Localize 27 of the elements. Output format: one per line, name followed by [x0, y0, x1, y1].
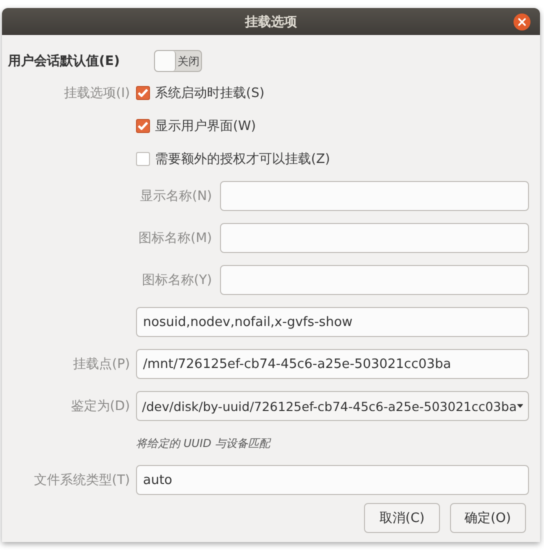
- field-label: 文件系统类型(T): [32, 472, 130, 489]
- input-field[interactable]: [220, 223, 529, 253]
- input-field[interactable]: auto: [136, 465, 529, 495]
- input-field[interactable]: /mnt/726125ef-cb74-45c6-a25e-503021cc03ba: [136, 349, 529, 379]
- dialog-button[interactable]: 取消(C): [364, 503, 440, 533]
- field-label: 挂载点(P): [72, 356, 130, 373]
- checkmark-icon: [138, 88, 148, 96]
- field-label: 鉴定为(D): [70, 398, 130, 415]
- field-label: 挂载选项(I): [63, 84, 130, 102]
- checkmark-icon: [138, 122, 148, 130]
- dialog-button[interactable]: 确定(O): [450, 503, 526, 533]
- checkbox[interactable]: 显示用户界面(W): [136, 116, 256, 134]
- field-label: 用户会话默认值(E): [8, 52, 121, 70]
- input-field[interactable]: nosuid,nodev,nofail,x-gvfs-show: [136, 307, 529, 337]
- field-label: 图标名称(Y): [140, 272, 212, 289]
- hint-text: 将给定的 UUID 与设备匹配: [136, 436, 270, 450]
- caret-icon: [516, 403, 523, 409]
- checkbox[interactable]: 需要额外的授权才可以挂载(Z): [136, 150, 330, 168]
- toggle-switch[interactable]: 关闭: [154, 50, 202, 72]
- dropdown[interactable]: /dev/disk/by-uuid/726125ef-cb74-45c6-a25e-503021cc03ba: [136, 391, 529, 421]
- window-title: 挂载选项: [245, 14, 297, 30]
- checkbox[interactable]: 系统启动时挂载(S): [136, 84, 264, 102]
- field-label: 显示名称(N): [139, 188, 212, 205]
- field-label: 图标名称(M): [138, 230, 212, 247]
- input-field[interactable]: [220, 265, 529, 295]
- close-icon[interactable]: [513, 13, 531, 31]
- input-field[interactable]: [220, 181, 529, 211]
